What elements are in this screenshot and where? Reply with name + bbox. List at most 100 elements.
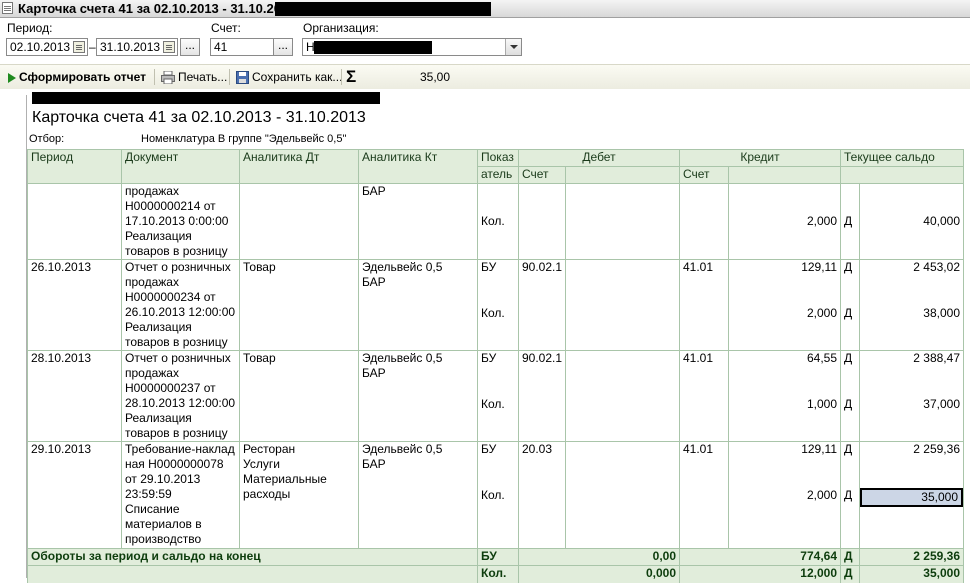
- window-title: Карточка счета 41 за 02.10.2013 - 31.10.…: [18, 1, 281, 16]
- cell-balance: 2 388,47 37,000: [859, 350, 964, 442]
- cell-analytics-dt: Товар: [239, 350, 359, 442]
- debit-account-value: 90.02.1: [522, 260, 563, 274]
- selected-sum: 35,00: [420, 70, 451, 84]
- header-debit: Дебет: [518, 149, 680, 167]
- debit-account-value: 20.03: [522, 442, 553, 456]
- cell-analytics-kt: БАР: [358, 183, 478, 260]
- selected-cell[interactable]: 35,000: [860, 488, 963, 507]
- print-label: Печать...: [178, 70, 228, 84]
- credit-account-value: 41.01: [683, 351, 714, 365]
- totals-row: Кол. 0,000 12,000 Д 35,000: [27, 565, 964, 583]
- debit-account-value: 90.02.1: [522, 351, 563, 365]
- cell-debit-sum-value: [569, 214, 676, 229]
- account-field[interactable]: 41: [210, 38, 274, 56]
- cell-document-line: Реализация: [125, 411, 192, 425]
- cell-balance-value: 2 388,47: [913, 351, 960, 365]
- cell-indicator-value: БУ: [481, 351, 497, 365]
- header-period: Период: [27, 149, 122, 184]
- generate-report-button[interactable]: Сформировать отчет: [8, 69, 146, 85]
- table-row[interactable]: 28.10.2013 Отчет о розничных продажах Н0000…: [27, 350, 964, 442]
- cell-credit-sum-value: 129,11: [801, 260, 837, 274]
- calendar-icon[interactable]: [163, 41, 175, 53]
- totals-credit: 774,64: [679, 548, 841, 566]
- cell-credit-sum-value: 1,000: [806, 397, 837, 411]
- redacted-block: [314, 41, 432, 54]
- period-select-button[interactable]: ...: [180, 38, 200, 56]
- floppy-disk-icon: [236, 71, 249, 85]
- cell-credit-sum-value: 2,000: [806, 306, 837, 320]
- cell-analytics-dt: [239, 183, 359, 260]
- window-titlebar: Карточка счета 41 за 02.10.2013 - 31.10.…: [0, 0, 970, 18]
- organization-label: Организация:: [303, 21, 379, 35]
- totals-row: Обороты за период и сальдо на конец БУ 0…: [27, 548, 964, 566]
- save-as-button[interactable]: Сохранить как...: [236, 69, 342, 85]
- cell-balance: 2 453,02 38,000: [859, 259, 964, 351]
- cell-indicator: БУ Кол.: [477, 259, 519, 351]
- organization-field[interactable]: Н: [302, 38, 522, 56]
- header-debit-account: Счет: [518, 166, 566, 184]
- period-value: 26.10.2013: [31, 260, 92, 274]
- period-dash: –: [89, 40, 96, 54]
- cell-document-line: Списание: [125, 502, 180, 516]
- table-row[interactable]: 29.10.2013 Требование-наклад ная Н00000000…: [27, 441, 964, 549]
- period-label: Период:: [7, 21, 53, 35]
- cell-document-line: производство: [125, 532, 202, 546]
- cell-document-line: товаров в розницу: [125, 244, 228, 258]
- cell-analytics-kt-line: БАР: [362, 366, 386, 380]
- cell-indicator-value: Кол.: [481, 214, 505, 228]
- cell-balance-sign-value: Д: [844, 214, 853, 228]
- table-row[interactable]: 26.10.2013 Отчет о розничных продажах Н0000…: [27, 259, 964, 351]
- cell-balance: 40,000: [859, 183, 964, 260]
- generate-report-label: Сформировать отчет: [19, 70, 147, 84]
- header-balance-blank: [840, 166, 964, 184]
- date-to-field[interactable]: 31.10.2013: [96, 38, 178, 56]
- cell-balance-sign-value: Д: [844, 351, 853, 365]
- cell-balance-sign: ДД: [840, 350, 860, 442]
- cell-document: Отчет о розничных продажах Н0000000234 от 2…: [121, 259, 240, 351]
- cell-balance-sign: Д: [840, 183, 860, 260]
- cell-document-line: Н0000000234 от: [125, 290, 216, 304]
- cell-credit-account: 41.01: [679, 350, 729, 442]
- date-from-value: 02.10.2013: [10, 40, 71, 54]
- account-select-button[interactable]: ...: [273, 38, 293, 56]
- period-value: 28.10.2013: [31, 351, 92, 365]
- cell-document-line: ная Н0000000078: [125, 457, 224, 471]
- cell-balance-sign: ДД: [840, 441, 860, 549]
- print-button[interactable]: Печать...: [161, 69, 227, 85]
- report-table: Период Документ Аналитика Дт Аналитика К…: [27, 149, 964, 583]
- cell-document-line: Реализация: [125, 229, 192, 243]
- cell-credit-sum-value: 2,000: [806, 488, 837, 502]
- cell-debit-sum: [565, 259, 680, 351]
- cell-period: 29.10.2013: [27, 441, 122, 549]
- report-toolbar: Сформировать отчет Печать... Сохранить к…: [0, 64, 970, 90]
- totals-sign: Д: [840, 548, 860, 566]
- cell-document-line: товаров в розницу: [125, 426, 228, 440]
- totals-label: Обороты за период и сальдо на конец: [27, 548, 478, 566]
- totals-debit: 0,00: [518, 548, 680, 566]
- cell-analytics-kt: Эдельвейс 0,5 БАР: [358, 350, 478, 442]
- play-icon: [8, 72, 16, 83]
- cell-indicator-value: Кол.: [481, 397, 505, 411]
- date-to-value: 31.10.2013: [100, 40, 161, 54]
- cell-debit-account: 90.02.1: [518, 350, 566, 442]
- totals-indicator: БУ: [477, 548, 519, 566]
- header-debit-sum: [565, 166, 680, 184]
- cell-debit-account: 20.03: [518, 441, 566, 549]
- totals-balance: 2 259,36: [859, 548, 964, 566]
- cell-document: Требование-наклад ная Н0000000078 от 29.10…: [121, 441, 240, 549]
- cell-credit-sum-value: 2,000: [806, 214, 837, 228]
- table-row[interactable]: продажах Н0000000214 от 17.10.2013 0:00:00…: [27, 183, 964, 260]
- date-from-field[interactable]: 02.10.2013: [6, 38, 88, 56]
- cell-indicator-value: БУ: [481, 260, 497, 274]
- chevron-down-icon[interactable]: [505, 39, 521, 55]
- cell-debit-account: [518, 183, 566, 260]
- cell-debit-sum-value: [569, 351, 676, 366]
- cell-balance-value: 2 259,36: [913, 442, 960, 456]
- report-parameters: Период: 02.10.2013 – 31.10.2013 ... Счет…: [0, 18, 970, 62]
- cell-balance-value: 37,000: [923, 397, 960, 411]
- cell-debit-sum: [565, 350, 680, 442]
- calendar-icon[interactable]: [73, 41, 85, 53]
- cell-debit-sum-value: [569, 397, 676, 412]
- sigma-icon[interactable]: Σ: [346, 68, 356, 85]
- cell-document-line: 23:59:59: [125, 487, 172, 501]
